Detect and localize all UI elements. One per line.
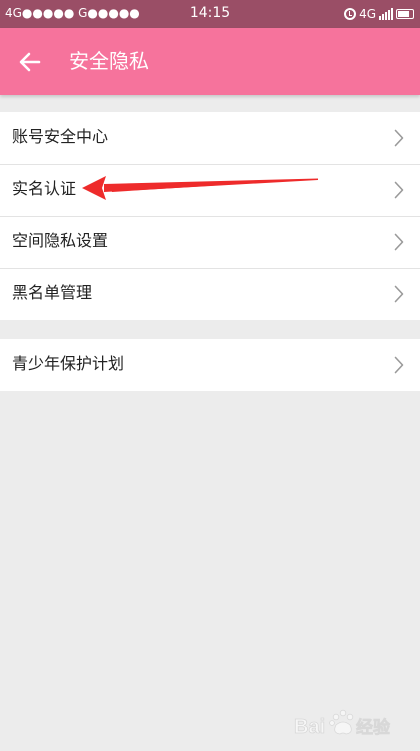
network-type: 4G	[359, 7, 376, 21]
menu-item-account-security-center[interactable]: 账号安全中心	[0, 112, 420, 164]
svg-text:经验: 经验	[356, 717, 391, 738]
menu-item-label: 空间隐私设置	[12, 231, 109, 250]
menu-item-label: 青少年保护计划	[12, 354, 125, 373]
status-icons: 4G	[344, 5, 414, 23]
battery-icon	[396, 9, 414, 19]
alarm-icon	[344, 8, 357, 20]
menu-item-label: 账号安全中心	[12, 127, 109, 146]
chevron-right-icon	[394, 181, 404, 199]
baidu-jingyan-watermark: Bai 经验	[294, 709, 391, 738]
menu-item-label: 实名认证	[12, 179, 77, 198]
chevron-right-icon	[394, 129, 404, 147]
menu-item-blacklist-management[interactable]: 黑名单管理	[0, 268, 420, 320]
app-header: 安全隐私	[0, 28, 420, 95]
settings-group-account: 账号安全中心 实名认证 空间隐私设置 黑名单管理	[0, 112, 420, 320]
menu-item-youth-protection-plan[interactable]: 青少年保护计划	[0, 339, 420, 391]
signal-icon	[379, 8, 393, 20]
chevron-right-icon	[394, 233, 404, 251]
arrow-left-icon	[19, 52, 41, 72]
back-button[interactable]	[10, 42, 50, 82]
settings-group-youth: 青少年保护计划	[0, 339, 420, 391]
menu-item-label: 黑名单管理	[12, 283, 93, 302]
status-bar: 4G●●●●● G●●●●● 14:15 4G	[0, 0, 420, 28]
security-privacy-screen: 4G●●●●● G●●●●● 14:15 4G 安全隐私 账号安全中心 实名认证…	[0, 0, 420, 751]
menu-item-space-privacy-settings[interactable]: 空间隐私设置	[0, 216, 420, 268]
svg-text:Bai: Bai	[294, 716, 325, 738]
chevron-right-icon	[394, 356, 404, 374]
chevron-right-icon	[394, 285, 404, 303]
menu-item-real-name-verification[interactable]: 实名认证	[0, 164, 420, 216]
page-title: 安全隐私	[69, 49, 149, 73]
